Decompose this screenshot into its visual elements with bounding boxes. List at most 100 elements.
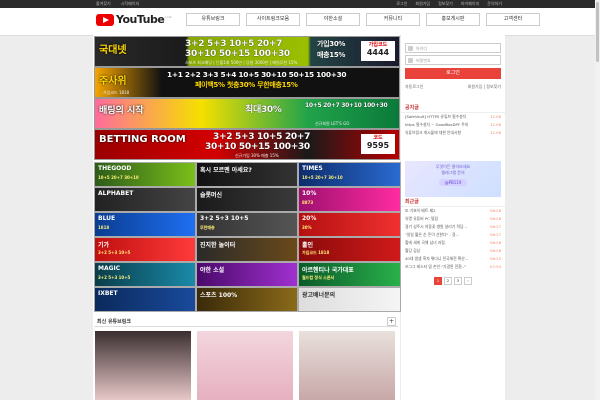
user-icon	[408, 46, 413, 51]
list-item-date: 08:28	[490, 208, 501, 213]
recent-box: 최근글 또 기초이 배트 제2 08:28 유명 유튜버 PC 털림 08:28 경기 …	[401, 195, 505, 285]
recent-item[interactable]: 쓰그그 레스터 맘 손인 "기경된 전환.." 07:54	[401, 263, 505, 271]
mypage-link[interactable]: 마이페이지	[461, 1, 479, 7]
notice-item[interactable]: [SafeVault] HTTPS 유튜브 필수설치 12.06	[401, 113, 505, 121]
username-input[interactable]: 아이디	[405, 43, 501, 53]
ad-tile[interactable]: 홀인 가입코드 1818	[298, 237, 401, 262]
list-item-title: 헐에 세게 곡해 남녀 과정.	[405, 240, 446, 245]
banner-headline-2: 페이백5% 첫충30% 무한매충15%	[195, 81, 298, 89]
banner-right-mid: 매충15%	[317, 51, 346, 59]
ad-tile[interactable]: MAGIC 3+2 5+3 10+5	[94, 262, 196, 287]
list-item-title: 유튜브링크 게시물에 대한 안내사항	[405, 130, 462, 135]
tile-sub: 가입코드 1818	[302, 250, 330, 255]
banner-sub: 스포츠 최고배당 | 단폴1회 500만 | 당첨 3000만 | 매일무한 1…	[185, 60, 298, 65]
page-button[interactable]: 1	[434, 277, 442, 285]
tile-label: 광고배너문의	[302, 292, 336, 299]
ad-tile[interactable]: TIMES 10+5 20+7 30+10	[298, 162, 401, 187]
scrollbar-thumb[interactable]	[596, 2, 599, 62]
ad-banner-4[interactable]: BETTING ROOM 3+2 5+3 10+5 20+7 30+10 50+…	[94, 129, 400, 160]
login-button[interactable]: 로그인	[405, 68, 501, 79]
promo-line-2: 텔레그램 문의	[441, 170, 465, 175]
recent-item[interactable]: 유명 유튜버 PC 털림 08:28	[401, 215, 505, 223]
list-item-title: 경기 성주시 야옹꽃 병원 살리기 적당...	[405, 224, 468, 229]
video-thumbnail[interactable]	[95, 331, 191, 400]
tile-label: 아르헨티나 국가대표	[302, 267, 354, 274]
auto-login-checkbox[interactable]: 자동로그인	[405, 84, 423, 90]
nav-promo-board[interactable]: 홍보게시판	[426, 13, 480, 26]
ad-tile[interactable]: 진지한 놀이터	[196, 237, 298, 262]
video-thumbnail[interactable]	[299, 331, 395, 400]
join-code-badge: 가입코드 4444	[361, 41, 395, 61]
nav-support[interactable]: 고객센터	[486, 13, 540, 26]
tile-sub: 1818	[98, 225, 110, 230]
ad-tile[interactable]: 광고배너문의	[298, 287, 401, 312]
page-button[interactable]: 3	[454, 277, 462, 285]
ad-tile[interactable]: 3+2 5+3 10+5 무한매충	[196, 212, 298, 237]
password-input[interactable]: 비밀번호	[405, 55, 501, 65]
ad-banner-3[interactable]: 배팅의 시작 최대30% 10+5 20+7 30+10 100+30 신규회원…	[94, 98, 400, 129]
find-link[interactable]: 정보찾기	[486, 84, 501, 89]
login-link[interactable]: 로그인	[396, 1, 407, 7]
recent-list: 또 기초이 배트 제2 08:28 유명 유튜버 PC 털림 08:28 경기 성주시 …	[401, 207, 505, 271]
recent-item[interactable]: 헐에 세게 곡해 남녀 과정. 08:26	[401, 239, 505, 247]
join-link[interactable]: 회원가입	[468, 84, 483, 89]
ad-tile[interactable]: 기가 3+2 5+3 10+5	[94, 237, 196, 262]
list-item-date: 08:26	[490, 248, 501, 253]
video-thumbnail[interactable]	[197, 331, 293, 400]
notice-item[interactable]: https 필수설치 ~ GoodBoxDPF 주의 12.06	[401, 121, 505, 129]
ad-tile[interactable]: 혹시 모르멘 아세요?	[196, 162, 298, 187]
page-scrollbar[interactable]	[595, 0, 600, 400]
list-item-date: 08:28	[490, 216, 501, 221]
tile-sub: 월드컵 정식 스폰서	[302, 275, 335, 280]
nav-youtube-links[interactable]: 유튜브링크	[186, 13, 240, 26]
login-box: 아이디 비밀번호 로그인 자동로그인 회원가입 | 정보찾기	[401, 41, 505, 92]
tile-label: BLUE	[98, 215, 116, 222]
recent-item[interactable]: "일일 짧은 순 돈이 선한다" - 경... 08:27	[401, 231, 505, 239]
ad-banner-2[interactable]: 주사위 1+1 2+2 3+3 5+4 10+5 30+10 50+15 100…	[94, 67, 400, 98]
site-logo[interactable]: YouTube Link	[96, 13, 171, 26]
list-item-date: 12.06	[490, 122, 501, 127]
nav-community[interactable]: 커뮤니티	[366, 13, 420, 26]
recent-item[interactable]: 40대 생생 흑자 뛰다니 전국체전 확산... 08:25	[401, 255, 505, 263]
tile-label: 야한 소설	[200, 267, 225, 274]
more-button[interactable]: +	[387, 317, 396, 326]
main-content: 국대넷 3+2 5+3 10+5 20+7 30+10 50+15 100+30…	[93, 35, 401, 400]
ad-tile[interactable]: BLUE 1818	[94, 212, 196, 237]
recent-item[interactable]: 경기 성주시 야옹꽃 병원 살리기 적당... 08:27	[401, 223, 505, 231]
banner-brand: BETTING ROOM	[99, 134, 186, 145]
ad-tile[interactable]: 20% 30%	[298, 212, 401, 237]
banner-brand: 국대넷	[99, 45, 127, 56]
tile-label: 20%	[302, 215, 317, 222]
logo-sub: Link	[165, 14, 172, 19]
nav-novels[interactable]: 야한소설	[306, 13, 360, 26]
ad-tile[interactable]: ALPHABET	[94, 187, 196, 212]
bookmark-link[interactable]: 즐겨찾기	[96, 1, 111, 7]
ad-tile[interactable]: 슬롯머신	[196, 187, 298, 212]
notice-item[interactable]: 유튜브링크 게시물에 대한 안내사항 12.06	[401, 129, 505, 137]
page-button[interactable]: ›	[464, 277, 472, 285]
badge-value: 9595	[366, 141, 390, 150]
homepage-link[interactable]: 시작페이지	[121, 1, 139, 7]
tile-label: 10%	[302, 190, 317, 197]
ad-tile[interactable]: 스포츠 100%	[196, 287, 298, 312]
recent-item[interactable]: 또 기초이 배트 제2 08:28	[401, 207, 505, 215]
list-item-title: 또 기초이 배트 제2	[405, 208, 436, 213]
list-item-date: 08:25	[490, 256, 501, 261]
register-link[interactable]: 회원가입	[415, 1, 430, 7]
tile-sub: 3+2 5+3 10+5	[98, 275, 131, 280]
ad-tile[interactable]: THEGOOD 10+5 20+7 30+10	[94, 162, 196, 187]
banner-headline-2: 30+10 50+15 100+30	[205, 142, 310, 152]
list-item-date: 12.06	[490, 130, 501, 135]
nav-site-links[interactable]: 사이트링크모음	[246, 13, 300, 26]
page-button[interactable]: 2	[444, 277, 452, 285]
contact-link[interactable]: 문의하기	[487, 1, 502, 7]
ad-banner-1[interactable]: 국대넷 3+2 5+3 10+5 20+7 30+10 50+15 100+30…	[94, 36, 400, 67]
ad-tile[interactable]: 야한 소설	[196, 262, 298, 287]
ad-tile[interactable]: 아르헨티나 국가대표 월드컵 정식 스폰서	[298, 262, 401, 287]
recent-item[interactable]: 혈당 감남 08:26	[401, 247, 505, 255]
list-item-title: 쓰그그 레스터 맘 손인 "기경된 전환.."	[405, 264, 466, 269]
ad-tile[interactable]: 10% 8873	[298, 187, 401, 212]
find-info-link[interactable]: 정보찾기	[438, 1, 453, 7]
ad-tile[interactable]: IXBET	[94, 287, 196, 312]
tile-label: IXBET	[98, 290, 118, 297]
